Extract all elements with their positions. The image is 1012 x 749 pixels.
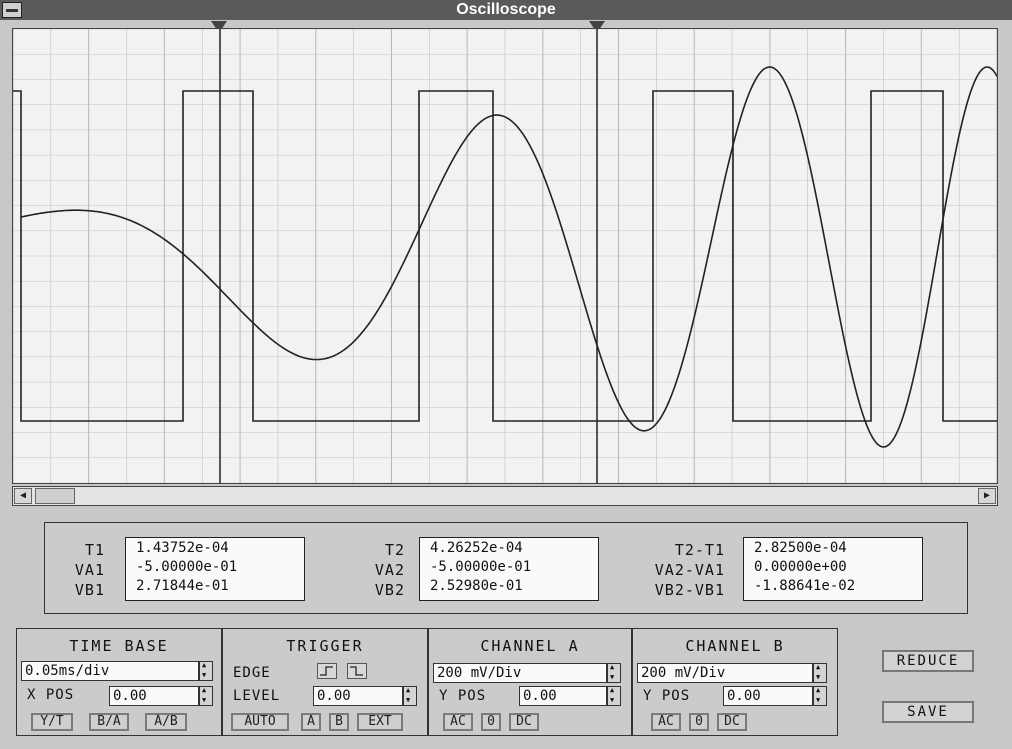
mode-yt-button[interactable]: Y/T: [31, 713, 73, 731]
screen-grid: [13, 29, 997, 483]
dva-value: 0.00000e+00: [754, 559, 847, 575]
trigger-ext-button[interactable]: EXT: [357, 713, 403, 731]
channel-a-ypos-input[interactable]: 0.00: [519, 686, 607, 706]
channel-a-dc-button[interactable]: DC: [509, 713, 539, 731]
xpos-input[interactable]: 0.00: [109, 686, 199, 706]
trigger-auto-button[interactable]: AUTO: [231, 713, 289, 731]
dvb-label: VB2-VB1: [654, 581, 725, 599]
level-input[interactable]: 0.00: [313, 686, 403, 706]
trigger-panel: TRIGGER EDGE LEVEL 0.00 AUTO A B EXT: [222, 628, 428, 736]
channel-b-ypos-label: Y POS: [643, 688, 691, 704]
save-button[interactable]: SAVE: [882, 701, 974, 723]
level-label: LEVEL: [233, 688, 281, 704]
system-menu-button[interactable]: [2, 2, 22, 18]
scroll-right-button[interactable]: ▶: [978, 488, 996, 504]
va1-value: -5.00000e-01: [136, 559, 238, 575]
t1-value: 1.43752e-04: [136, 540, 229, 556]
va1-label: VA1: [74, 561, 105, 579]
level-spinner[interactable]: [403, 686, 417, 706]
reduce-button[interactable]: REDUCE: [882, 650, 974, 672]
channel-a-ypos-spinner[interactable]: [607, 686, 621, 706]
edge-label: EDGE: [233, 665, 271, 681]
channel-a-scale-spinner[interactable]: [607, 663, 621, 683]
channel-b-panel: CHANNEL B 200 mV/Div Y POS 0.00 AC 0 DC: [632, 628, 838, 736]
vb2-value: 2.52980e-01: [430, 578, 523, 594]
vb1-label: VB1: [74, 581, 105, 599]
channel-b-title: CHANNEL B: [685, 637, 785, 655]
oscilloscope-screen: [12, 28, 998, 484]
va2-label: VA2: [374, 561, 405, 579]
timebase-select[interactable]: 0.05ms/div: [21, 661, 199, 681]
trigger-b-button[interactable]: B: [329, 713, 349, 731]
time-scrollbar[interactable]: ◀ ▶: [12, 486, 998, 506]
mode-ba-button[interactable]: B/A: [89, 713, 129, 731]
vb1-value: 2.71844e-01: [136, 578, 229, 594]
trigger-a-button[interactable]: A: [301, 713, 321, 731]
mode-ab-button[interactable]: A/B: [145, 713, 187, 731]
va2-value: -5.00000e-01: [430, 559, 532, 575]
channel-a-ac-button[interactable]: AC: [443, 713, 473, 731]
rising-edge-icon[interactable]: [317, 663, 337, 679]
channel-a-scale-select[interactable]: 200 mV/Div: [433, 663, 607, 683]
channel-b-zero-button[interactable]: 0: [689, 713, 709, 731]
timebase-panel: TIME BASE 0.05ms/div X POS 0.00 Y/T B/A …: [16, 628, 222, 736]
scroll-thumb[interactable]: [35, 488, 75, 504]
timebase-spinner[interactable]: [199, 661, 213, 681]
scope-display: [13, 29, 997, 483]
falling-edge-icon[interactable]: [347, 663, 367, 679]
measurement-readout: T1 VA1 VB1 1.43752e-04 -5.00000e-01 2.71…: [44, 522, 968, 614]
channel-b-ypos-input[interactable]: 0.00: [723, 686, 813, 706]
channel-b-ypos-spinner[interactable]: [813, 686, 827, 706]
channel-b-scale-spinner[interactable]: [813, 663, 827, 683]
t2-label: T2: [384, 541, 405, 559]
cursor-1-values: 1.43752e-04 -5.00000e-01 2.71844e-01: [125, 537, 305, 601]
dt-value: 2.82500e-04: [754, 540, 847, 556]
xpos-spinner[interactable]: [199, 686, 213, 706]
trigger-title: TRIGGER: [286, 637, 364, 655]
channel-b-trace: [20, 66, 997, 448]
dvb-value: -1.88641e-02: [754, 578, 856, 594]
channel-b-dc-button[interactable]: DC: [717, 713, 747, 731]
vb2-label: VB2: [374, 581, 405, 599]
difference-values: 2.82500e-04 0.00000e+00 -1.88641e-02: [743, 537, 923, 601]
dt-label: T2-T1: [674, 541, 725, 559]
timebase-title: TIME BASE: [69, 637, 169, 655]
t2-value: 4.26252e-04: [430, 540, 523, 556]
channel-b-ac-button[interactable]: AC: [651, 713, 681, 731]
scroll-left-button[interactable]: ◀: [14, 488, 32, 504]
window-title: Oscilloscope: [456, 1, 556, 18]
channel-a-panel: CHANNEL A 200 mV/Div Y POS 0.00 AC 0 DC: [428, 628, 632, 736]
cursor-2-values: 4.26252e-04 -5.00000e-01 2.52980e-01: [419, 537, 599, 601]
t1-label: T1: [84, 541, 105, 559]
xpos-label: X POS: [27, 687, 75, 703]
channel-a-zero-button[interactable]: 0: [481, 713, 501, 731]
window-titlebar: Oscilloscope: [0, 0, 1012, 20]
channel-a-ypos-label: Y POS: [439, 688, 487, 704]
channel-a-title: CHANNEL A: [480, 637, 580, 655]
channel-b-scale-select[interactable]: 200 mV/Div: [637, 663, 813, 683]
dva-label: VA2-VA1: [654, 561, 725, 579]
